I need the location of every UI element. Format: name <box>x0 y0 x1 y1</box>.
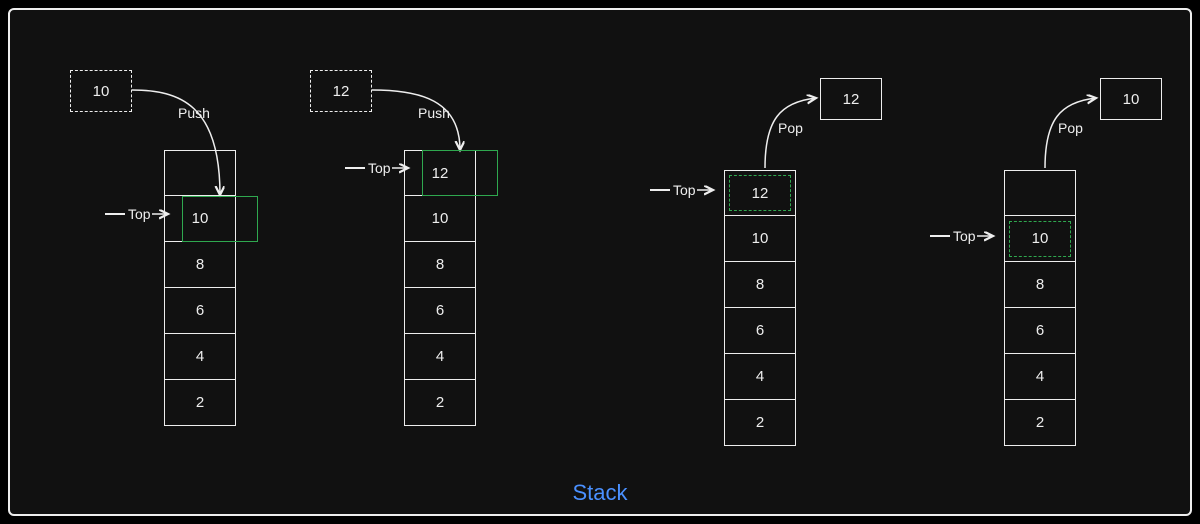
stack-cell: 6 <box>164 288 236 334</box>
column-pop-12: 12 Pop Top 12 10 8 6 4 2 <box>630 10 890 514</box>
highlight-box <box>182 196 258 242</box>
stack-cell: 8 <box>1004 262 1076 308</box>
top-pointer: Top <box>650 182 717 198</box>
stack: 12 10 8 6 4 2 <box>724 170 796 446</box>
stack-cell: 10 <box>724 216 796 262</box>
highlight-box <box>729 175 791 211</box>
stack-cell: 4 <box>724 354 796 400</box>
highlight-box <box>422 150 498 196</box>
stack-cell: 2 <box>164 380 236 426</box>
stack-cell: 4 <box>1004 354 1076 400</box>
stack-cell: 6 <box>724 308 796 354</box>
stack-cell: 2 <box>1004 400 1076 446</box>
column-pop-10: 10 Pop Top 10 8 6 4 2 <box>910 10 1170 514</box>
stack-cell: 2 <box>724 400 796 446</box>
diagram-title: Stack <box>10 480 1190 506</box>
stack: 10 8 6 4 2 <box>1004 170 1076 446</box>
stack-cell: 4 <box>164 334 236 380</box>
top-pointer: Top <box>345 160 412 176</box>
stack-cell: 6 <box>404 288 476 334</box>
stack-cell <box>164 150 236 196</box>
stack-cell: 2 <box>404 380 476 426</box>
column-push-10: 10 Push Top 10 8 6 4 2 <box>70 10 330 514</box>
stack-cell <box>1004 170 1076 216</box>
pop-label: Pop <box>1058 120 1083 136</box>
pop-label: Pop <box>778 120 803 136</box>
top-pointer: Top <box>105 206 172 222</box>
stack-cell: 8 <box>404 242 476 288</box>
push-label: Push <box>418 105 450 121</box>
highlight-box <box>1009 221 1071 257</box>
stack-cell: 10 <box>404 196 476 242</box>
column-push-12: 12 Push Top 12 10 8 6 4 2 <box>310 10 570 514</box>
diagram-frame: 10 Push Top 10 8 6 4 2 12 Push <box>8 8 1192 516</box>
stack-cell: 4 <box>404 334 476 380</box>
stack-cell: 8 <box>164 242 236 288</box>
stack-cell: 6 <box>1004 308 1076 354</box>
top-pointer: Top <box>930 228 997 244</box>
stack-cell: 8 <box>724 262 796 308</box>
push-label: Push <box>178 105 210 121</box>
stack: 10 8 6 4 2 <box>164 150 236 426</box>
